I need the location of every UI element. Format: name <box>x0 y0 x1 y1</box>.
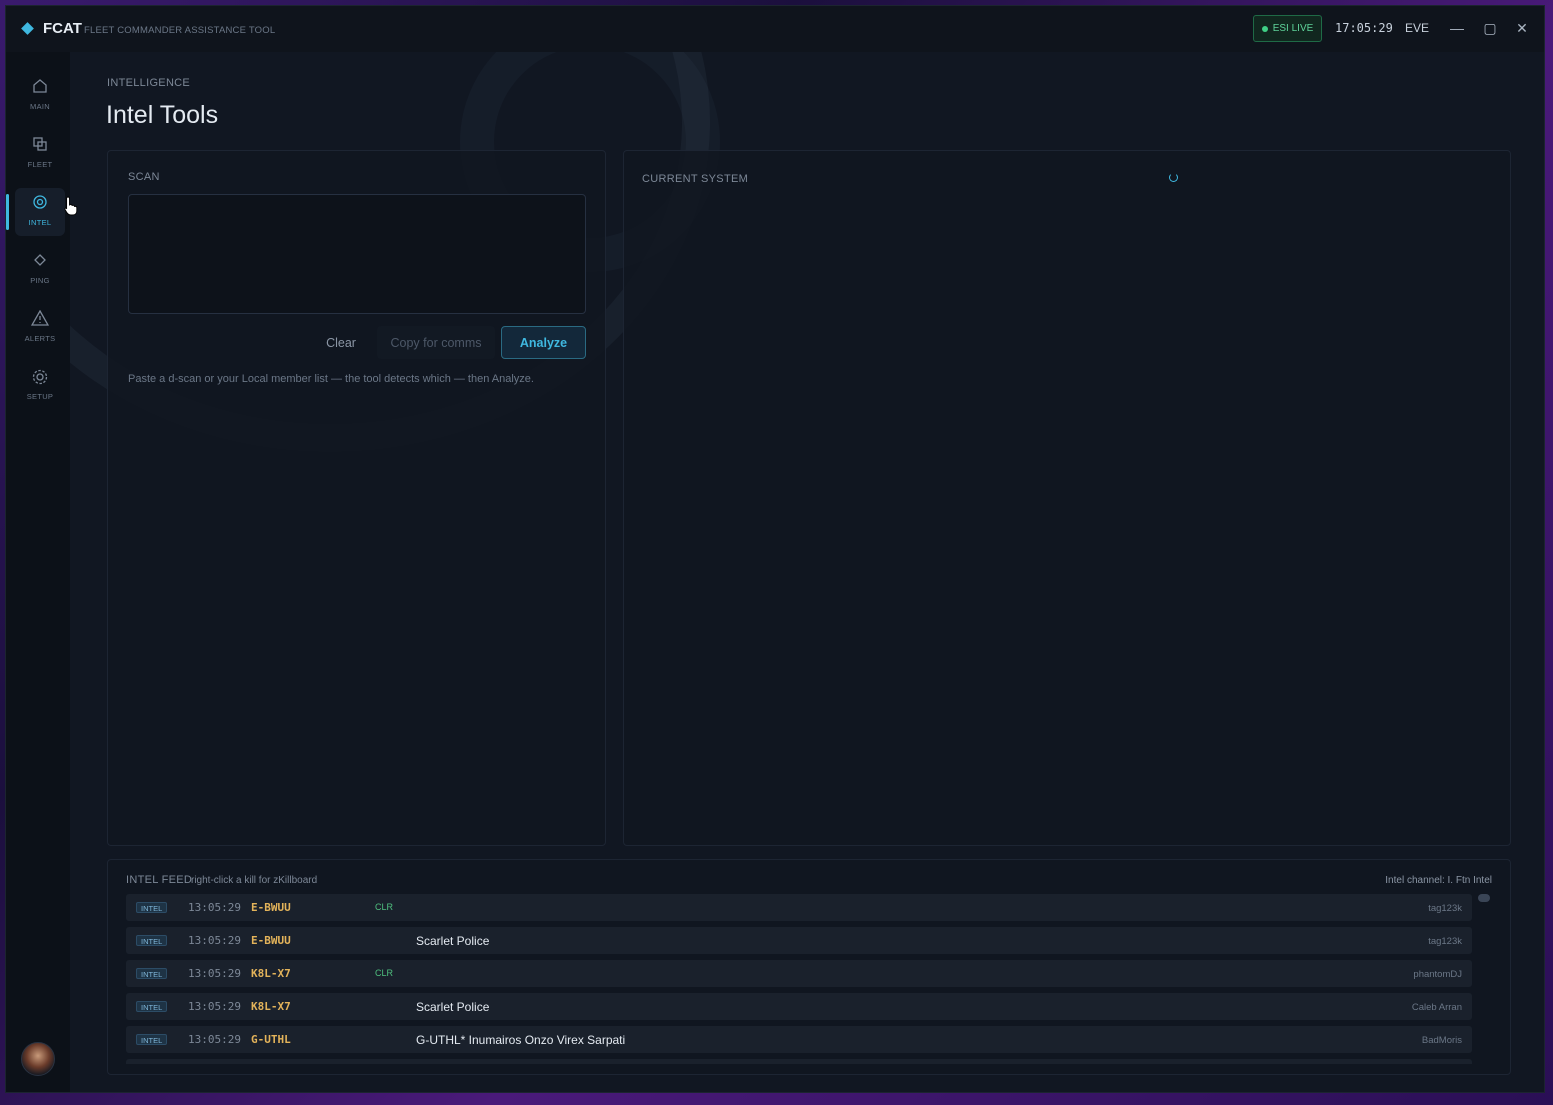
sidebar-item-label: INTEL <box>28 218 52 227</box>
feed-reporter: tag123k <box>1428 936 1462 947</box>
warning-icon <box>15 310 65 328</box>
esi-status-badge: ESI LIVE <box>1253 15 1322 42</box>
feed-reporter: phantomDJ <box>1413 969 1462 980</box>
feed-system: K8L-X7 <box>251 1000 291 1013</box>
feed-time: 13:05:29 <box>188 1000 241 1013</box>
status-dot-icon <box>1261 25 1268 32</box>
feed-row[interactable]: INTEL 13:05:29 E-BWUU Scarlet Police tag… <box>126 927 1472 954</box>
intel-tag: INTEL <box>136 1034 168 1045</box>
scan-label: SCAN <box>128 171 160 183</box>
feed-message: Scarlet Police <box>416 934 490 948</box>
feed-row[interactable] <box>126 1059 1472 1064</box>
esi-status-label: ESI LIVE <box>1272 23 1314 34</box>
sidebar-item-main[interactable]: MAIN <box>15 72 65 120</box>
feed-reporter: Caleb Arran <box>1411 1002 1462 1013</box>
feed-row[interactable]: INTEL 13:05:29 K8L-X7 CLR phantomDJ <box>126 960 1472 987</box>
intel-tag: INTEL <box>136 968 168 979</box>
fleet-icon <box>15 136 65 154</box>
feed-row[interactable]: INTEL 13:05:29 K8L-X7 Scarlet Police Cal… <box>126 993 1472 1020</box>
app-name: FCAT <box>43 20 82 37</box>
page-title: Intel Tools <box>106 101 219 129</box>
sidebar-item-label: ALERTS <box>24 334 56 343</box>
gear-icon <box>15 368 65 386</box>
intel-feed-panel: INTEL FEED right-click a kill for zKillb… <box>107 859 1511 1075</box>
minimize-button[interactable]: — <box>1447 18 1467 38</box>
active-indicator <box>6 194 9 230</box>
feed-row[interactable]: INTEL 13:05:29 G-UTHL G-UTHL* Inumairos … <box>126 1026 1472 1053</box>
intel-feed-list: INTEL 13:05:29 E-BWUU CLR tag123k INTEL … <box>126 894 1472 1064</box>
sidebar-item-label: MAIN <box>30 102 50 111</box>
feed-time: 13:05:29 <box>188 934 241 947</box>
analyze-button[interactable]: Analyze <box>501 326 586 359</box>
target-icon <box>15 194 65 212</box>
close-button[interactable]: ✕ <box>1512 18 1532 38</box>
current-system-label: CURRENT SYSTEM <box>642 173 749 185</box>
diamond-icon <box>15 252 65 270</box>
feed-row[interactable]: INTEL 13:05:29 E-BWUU CLR tag123k <box>126 894 1472 921</box>
home-icon <box>15 78 65 96</box>
clock: 17:05:29 <box>1335 21 1393 35</box>
copy-for-comms-button[interactable]: Copy for comms <box>377 326 495 359</box>
intel-tag: INTEL <box>136 902 168 913</box>
sidebar-item-ping[interactable]: PING <box>15 246 65 294</box>
current-system-panel: CURRENT SYSTEM <box>623 150 1511 846</box>
maximize-button[interactable]: ▢ <box>1480 18 1500 38</box>
hand-cursor-icon <box>64 196 78 221</box>
intel-tag: INTEL <box>136 1001 168 1012</box>
sidebar-item-label: PING <box>30 276 50 285</box>
sidebar-item-setup[interactable]: SETUP <box>15 362 65 410</box>
sidebar: MAIN FLEET INTEL PING ALERTS SETUP <box>6 52 70 1092</box>
clear-button[interactable]: Clear <box>313 326 369 359</box>
clear-status: CLR <box>375 902 394 912</box>
sidebar-item-label: SETUP <box>26 392 54 401</box>
feed-scrollbar[interactable] <box>1478 894 1490 902</box>
intel-feed-hint: right-click a kill for zKillboard <box>191 875 318 886</box>
breadcrumb: INTELLIGENCE <box>107 77 191 89</box>
scan-input[interactable] <box>128 194 586 314</box>
feed-time: 13:05:29 <box>188 967 241 980</box>
server-label: EVE <box>1405 21 1430 35</box>
intel-feed-title: INTEL FEED <box>126 874 193 886</box>
sidebar-item-alerts[interactable]: ALERTS <box>15 304 65 352</box>
logo-icon <box>21 22 34 35</box>
scan-hint: Paste a d-scan or your Local member list… <box>128 373 534 385</box>
feed-reporter: BadMoris <box>1421 1035 1462 1046</box>
scan-panel: SCAN Clear Copy for comms Analyze Paste … <box>107 150 606 846</box>
title-bar: FCAT FLEET COMMANDER ASSISTANCE TOOL ESI… <box>6 6 1544 52</box>
feed-time: 13:05:29 <box>188 1033 241 1046</box>
main-content: INTELLIGENCE Intel Tools SCAN Clear Copy… <box>70 52 1544 1092</box>
intel-tag: INTEL <box>136 935 168 946</box>
app-window: FCAT FLEET COMMANDER ASSISTANCE TOOL ESI… <box>5 5 1545 1093</box>
feed-time: 13:05:29 <box>188 901 241 914</box>
feed-system: G-UTHL <box>251 1033 291 1046</box>
user-avatar[interactable] <box>21 1042 55 1076</box>
app-subtitle: FLEET COMMANDER ASSISTANCE TOOL <box>84 25 276 36</box>
sidebar-item-label: FLEET <box>27 160 53 169</box>
sidebar-item-fleet[interactable]: FLEET <box>15 130 65 178</box>
feed-system: K8L-X7 <box>251 967 291 980</box>
feed-system: E-BWUU <box>251 934 291 947</box>
loading-spinner-icon <box>1169 173 1178 182</box>
feed-system: E-BWUU <box>251 901 291 914</box>
intel-channel-label: Intel channel: I. Ftn Intel <box>1385 875 1492 886</box>
clear-status: CLR <box>375 968 394 978</box>
feed-reporter: tag123k <box>1428 903 1462 914</box>
feed-message: G-UTHL* Inumairos Onzo Virex Sarpati <box>416 1033 626 1047</box>
feed-message: Scarlet Police <box>416 1000 490 1014</box>
sidebar-item-intel[interactable]: INTEL <box>6 188 65 236</box>
